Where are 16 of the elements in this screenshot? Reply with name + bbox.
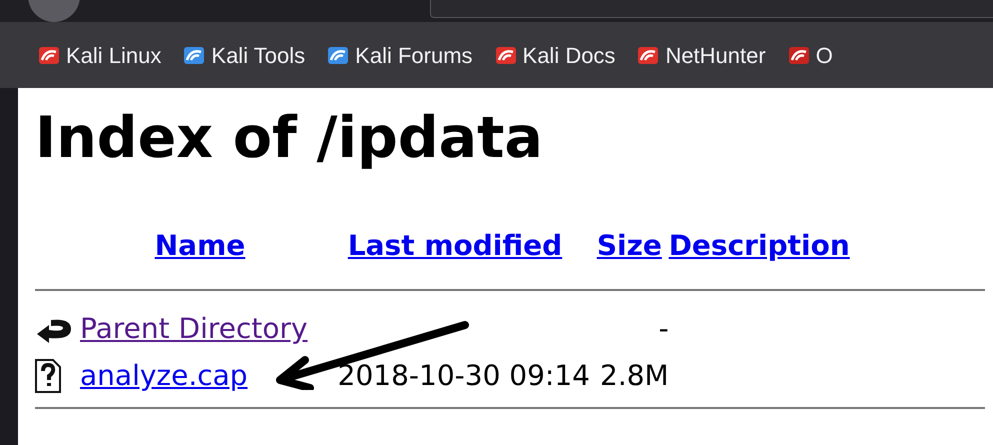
- column-sort-link[interactable]: Size: [596, 229, 662, 262]
- modified-date: 2018-10-30 09:14: [338, 358, 590, 392]
- file-link[interactable]: analyze.cap: [80, 358, 248, 392]
- bookmark-link[interactable]: Kali Docs: [522, 38, 616, 72]
- page-heading: Index of /ipdata: [35, 110, 543, 167]
- bookmark-link[interactable]: O: [816, 38, 833, 72]
- bookmark-link[interactable]: Kali Tools: [211, 38, 306, 72]
- bookmark-link[interactable]: Kali Forums: [355, 38, 473, 72]
- file-link[interactable]: Parent Directory: [80, 312, 308, 344]
- bookmark-link[interactable]: Kali Linux: [66, 38, 162, 72]
- column-sort-link[interactable]: Name: [154, 229, 246, 262]
- column-sort-link[interactable]: Description: [668, 229, 850, 262]
- file-size: -: [658, 312, 669, 344]
- column-sort-link[interactable]: Last modified: [348, 229, 562, 262]
- file-size: 2.8M: [600, 358, 669, 392]
- bookmark-link[interactable]: NetHunter: [665, 38, 766, 72]
